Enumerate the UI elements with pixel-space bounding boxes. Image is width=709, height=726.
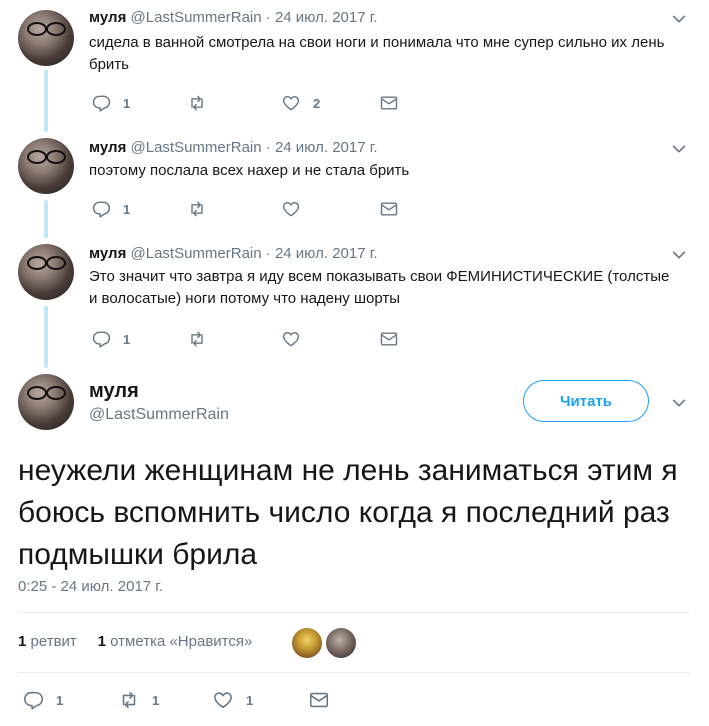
chevron-down-icon[interactable] — [670, 246, 688, 264]
retweet-count: 1 — [152, 692, 160, 708]
like-button[interactable] — [281, 198, 313, 220]
separator-dot: · — [265, 9, 271, 26]
tweet-actions: 1 — [89, 328, 409, 352]
tweet-actions: 1 2 — [89, 92, 409, 116]
main-tweet-text: неужели женщинам не лень заниматься этим… — [18, 454, 678, 571]
message-button[interactable] — [379, 328, 399, 350]
envelope-icon — [380, 96, 398, 110]
message-button[interactable] — [379, 92, 399, 114]
author-handle[interactable]: @LastSummerRain — [131, 9, 262, 26]
main-author-handle[interactable]: @LastSummerRain — [89, 406, 229, 424]
heart-icon — [282, 96, 300, 111]
like-stat-label: отметка «Нравится» — [110, 633, 253, 650]
heart-icon — [214, 692, 232, 709]
reply-button[interactable]: 1 — [91, 198, 130, 220]
reply-icon — [92, 201, 111, 218]
author-handle[interactable]: @LastSummerRain — [131, 245, 262, 262]
like-stat[interactable]: 1 отметка «Нравится» — [98, 633, 253, 650]
message-button[interactable] — [308, 689, 330, 711]
reply-count: 1 — [123, 95, 131, 111]
liker-avatar[interactable] — [326, 628, 356, 658]
main-tweet-actions: 1 1 1 — [22, 689, 362, 713]
envelope-icon — [380, 332, 398, 346]
chevron-down-icon[interactable] — [670, 140, 688, 158]
follow-button[interactable]: Читать — [523, 380, 649, 422]
reply-icon — [92, 331, 111, 348]
reply-icon — [23, 691, 43, 710]
tweet-text: поэтому послала всех нахер и не стала бр… — [89, 162, 410, 179]
tweet-text: Это значит что завтра я иду всем показыв… — [89, 268, 670, 307]
author-name[interactable]: муля — [89, 9, 126, 26]
retweet-icon — [122, 691, 136, 709]
reply-count: 1 — [123, 331, 131, 347]
retweet-icon — [191, 95, 203, 111]
reply-icon — [92, 95, 111, 112]
thread-tweet[interactable]: муля @LastSummerRain · 24 июл. 2017 г. Э… — [0, 244, 709, 354]
thread-tweet[interactable]: муля @LastSummerRain · 24 июл. 2017 г. с… — [0, 8, 709, 128]
envelope-icon — [380, 202, 398, 216]
liker-avatar[interactable] — [292, 628, 322, 658]
retweet-button[interactable] — [187, 328, 219, 350]
like-button[interactable]: 2 — [281, 92, 320, 114]
tweet-actions: 1 — [89, 198, 409, 222]
avatar[interactable] — [18, 10, 74, 66]
retweet-stat-count: 1 — [18, 633, 27, 650]
main-author-name[interactable]: муля — [89, 378, 139, 404]
divider — [18, 612, 690, 613]
heart-icon — [282, 202, 300, 217]
tweet-text: сидела в ванной смотрела на свои ноги и … — [89, 34, 665, 73]
envelope-icon — [309, 692, 329, 708]
likers-avatars — [292, 628, 360, 658]
tweet-date[interactable]: 24 июл. 2017 г. — [275, 139, 378, 156]
like-button[interactable]: 1 — [212, 689, 253, 711]
retweet-stat-label: ретвит — [30, 633, 77, 650]
retweet-button[interactable] — [187, 92, 219, 114]
like-stat-count: 1 — [97, 633, 106, 650]
tweet-header: муля @LastSummerRain · 24 июл. 2017 г. — [89, 8, 378, 28]
author-handle[interactable]: @LastSummerRain — [131, 139, 262, 156]
like-button[interactable] — [281, 328, 313, 350]
like-count: 1 — [246, 692, 254, 708]
avatar[interactable] — [18, 244, 74, 300]
message-button[interactable] — [379, 198, 399, 220]
engagement-stats: 1 ретвит 1 отметка «Нравится» — [18, 633, 252, 650]
reply-button[interactable]: 1 — [91, 92, 130, 114]
separator-dot: · — [265, 245, 271, 262]
reply-button[interactable]: 1 — [22, 689, 63, 711]
heart-icon — [282, 332, 300, 347]
separator-dot: · — [265, 139, 271, 156]
tweet-header: муля @LastSummerRain · 24 июл. 2017 г. — [89, 138, 378, 158]
chevron-down-icon[interactable] — [670, 394, 688, 412]
author-name[interactable]: муля — [89, 245, 126, 262]
thread-tweet[interactable]: муля @LastSummerRain · 24 июл. 2017 г. п… — [0, 138, 709, 228]
tweet-date[interactable]: 24 июл. 2017 г. — [275, 245, 378, 262]
author-name[interactable]: муля — [89, 139, 126, 156]
divider — [18, 672, 690, 673]
main-avatar[interactable] — [18, 374, 74, 430]
reply-count: 1 — [123, 201, 131, 217]
like-count: 2 — [313, 95, 321, 111]
retweet-icon — [191, 201, 203, 217]
retweet-button[interactable]: 1 — [118, 689, 159, 711]
avatar[interactable] — [18, 138, 74, 194]
retweet-button[interactable] — [187, 198, 219, 220]
reply-button[interactable]: 1 — [91, 328, 130, 350]
tweet-date[interactable]: 24 июл. 2017 г. — [275, 9, 378, 26]
tweet-header: муля @LastSummerRain · 24 июл. 2017 г. — [89, 244, 378, 264]
chevron-down-icon[interactable] — [670, 10, 688, 28]
main-timestamp[interactable]: 0:25 - 24 июл. 2017 г. — [18, 578, 163, 595]
reply-count: 1 — [56, 692, 64, 708]
retweet-stat[interactable]: 1 ретвит — [18, 633, 77, 650]
retweet-icon — [191, 331, 203, 347]
